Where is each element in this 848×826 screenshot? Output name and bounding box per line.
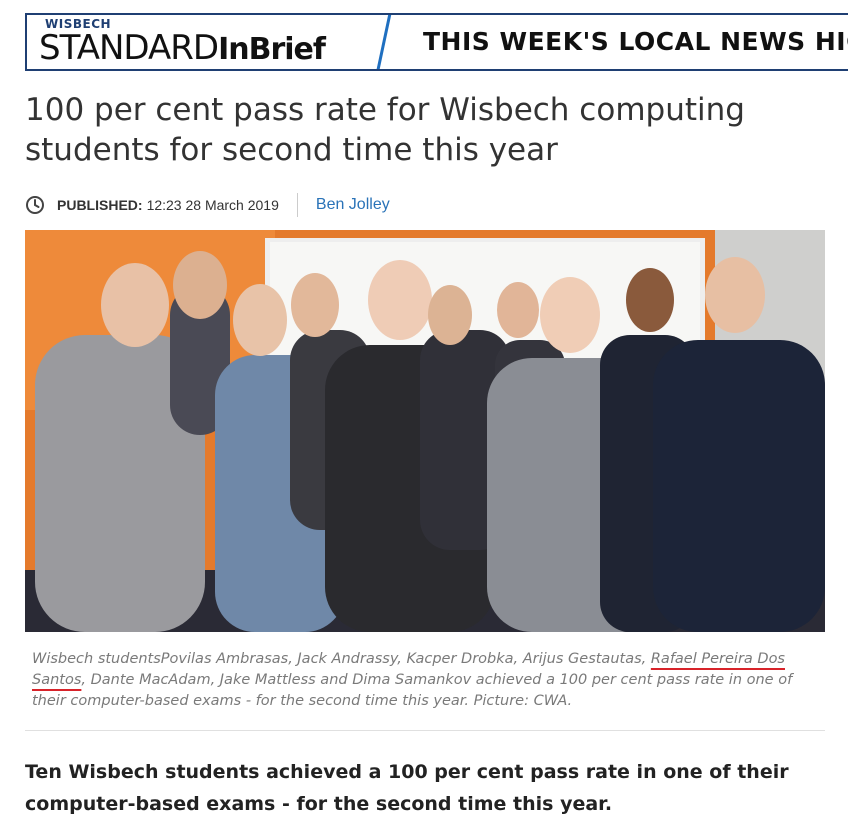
article-meta: PUBLISHED: 12:23 28 March 2019 Ben Jolle… xyxy=(25,191,390,219)
article-lead: Ten Wisbech students achieved a 100 per … xyxy=(25,761,789,815)
caption-divider xyxy=(25,730,825,731)
caption-spellcheck-underline-2: Santos xyxy=(32,672,82,688)
published-label: PUBLISHED: xyxy=(57,197,143,213)
clock-icon xyxy=(25,195,45,215)
brand-logo[interactable]: WISBECH STANDARDInBrief xyxy=(39,18,326,68)
caption-spellcheck-underline-1: Rafael Pereira Dos xyxy=(650,651,785,667)
article-headline: 100 per cent pass rate for Wisbech compu… xyxy=(25,92,745,168)
brand-standard: STANDARD xyxy=(39,28,219,68)
author-link[interactable]: Ben Jolley xyxy=(316,196,390,214)
brand-main-text: STANDARDInBrief xyxy=(39,28,326,68)
photo-caption: Wisbech studentsPovilas Ambrasas, Jack A… xyxy=(32,649,822,712)
news-ticker-headline[interactable]: THIS WEEK'S LOCAL NEWS HIG xyxy=(423,27,848,56)
caption-text-start: Wisbech studentsPovilas Ambrasas, Jack A… xyxy=(32,651,651,667)
brand-inbrief: InBrief xyxy=(218,32,326,67)
article-photo[interactable] xyxy=(25,230,825,632)
meta-divider xyxy=(296,193,298,217)
published-date: 12:23 28 March 2019 xyxy=(146,197,279,213)
banner-slash-divider xyxy=(374,15,393,69)
caption-text-end: , Dante MacAdam, Jake Mattless and Dima … xyxy=(32,672,793,709)
brand-banner[interactable]: WISBECH STANDARDInBrief THIS WEEK'S LOCA… xyxy=(25,13,848,71)
